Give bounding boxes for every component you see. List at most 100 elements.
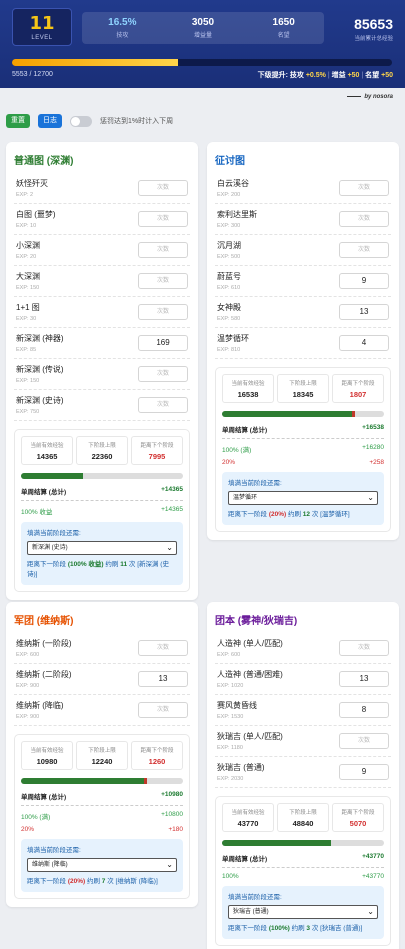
dungeon-exp: EXP: 500 <box>217 254 241 260</box>
dungeon-row: 大深渊 EXP: 150 次数 <box>14 266 190 297</box>
dungeon-name: 大深渊 <box>16 272 40 281</box>
dungeon-row: 维纳斯 (二阶段) EXP: 900 13 <box>14 664 190 695</box>
dungeon-exp: EXP: 600 <box>16 652 40 658</box>
cap-box: 下阶段上限 18345 <box>277 374 329 403</box>
dungeon-info: 维纳斯 (降临) EXP: 900 <box>16 700 64 720</box>
result-text: 约刷 <box>85 878 102 885</box>
count-input[interactable]: 次数 <box>339 640 389 656</box>
dungeon-info: 维纳斯 (二阶段) EXP: 900 <box>16 669 72 689</box>
target-select[interactable]: 新深渊 (史诗) ⌄ <box>27 541 177 555</box>
card-title: 普通图 (深渊) <box>14 156 74 167</box>
count-input[interactable]: 次数 <box>138 211 188 227</box>
dungeon-row: 维纳斯 (一阶段) EXP: 600 次数 <box>14 633 190 664</box>
result-text: 距离下一阶段 <box>228 511 269 518</box>
count-input[interactable]: 9 <box>339 273 389 289</box>
stage-progress-full <box>21 473 83 479</box>
stat-item: 1650 名望 <box>243 12 324 44</box>
dungeon-row: 小深渊 EXP: 20 次数 <box>14 235 190 266</box>
dungeon-info: 新深渊 (传说) EXP: 150 <box>16 364 64 384</box>
cap-label: 下阶段上限 <box>289 810 317 816</box>
dungeon-info: 蔚蓝号 EXP: 610 <box>217 271 241 291</box>
target-select[interactable]: 温梦循环 ⌄ <box>228 491 378 505</box>
log-button[interactable]: 日志 <box>38 114 62 128</box>
level-label: LEVEL <box>31 35 53 41</box>
dungeon-info: 赛风黄昏线 EXP: 1530 <box>217 700 257 720</box>
count-input[interactable]: 次数 <box>339 180 389 196</box>
stats-panel: 16.5% 技攻 3050 增益量 1650 名望 <box>82 12 324 44</box>
count-input[interactable]: 次数 <box>138 180 188 196</box>
stat-label: 名望 <box>277 33 290 39</box>
stat-value: 3050 <box>191 17 215 28</box>
dungeon-info: 维纳斯 (一阶段) EXP: 600 <box>16 638 72 658</box>
weekly-total-row: 单周结算 (总计) +16538 <box>222 424 384 434</box>
count-input[interactable]: 次数 <box>138 397 188 413</box>
byline: by nosora <box>347 94 393 100</box>
count-input[interactable]: 169 <box>138 335 188 351</box>
count-input[interactable]: 13 <box>339 304 389 320</box>
count-input[interactable]: 次数 <box>339 211 389 227</box>
dungeon-row: 白云溪谷 EXP: 200 次数 <box>215 173 391 204</box>
dungeon-exp: EXP: 10 <box>16 223 37 229</box>
dungeon-exp: EXP: 580 <box>217 316 241 322</box>
dungeon-name: 1+1 图 <box>16 303 40 312</box>
target-select-value: 维纳斯 (降临) <box>32 862 68 868</box>
yield-row: 20% +180 <box>21 826 183 833</box>
dungeon-name: 新深渊 (史诗) <box>16 396 64 405</box>
count-input[interactable]: 次数 <box>138 242 188 258</box>
result-yield: (20%) <box>268 511 287 518</box>
stat-value: 1650 <box>272 17 295 28</box>
cap-box: 下阶段上限 22360 <box>76 436 128 465</box>
summary-panel: 当前有效经验 16538 下阶段上限 18345 距离下个阶段 1807 单周结… <box>215 367 391 532</box>
count-input[interactable]: 9 <box>339 764 389 780</box>
yield-value: +14365 <box>161 506 183 513</box>
result-text: 距离下一阶段 <box>27 878 68 885</box>
dungeon-name: 新深渊 (神器) <box>16 334 64 343</box>
distance-box: 距离下个阶段 5070 <box>332 803 384 832</box>
count-input[interactable]: 次数 <box>138 640 188 656</box>
dungeon-info: 狄瑞吉 (单人/匹配) EXP: 1180 <box>217 731 283 751</box>
weekly-total-row: 单周结算 (总计) +14365 <box>21 486 183 496</box>
dungeon-row: 狄瑞吉 (普通) EXP: 2030 9 <box>215 757 391 788</box>
dungeon-row: 人造神 (普通/困难) EXP: 1020 13 <box>215 664 391 695</box>
count-input[interactable]: 次数 <box>138 304 188 320</box>
target-panel: 填满当前阶段还需: 新深渊 (史诗) ⌄ 距离下一阶段 (100% 收益) 约刷… <box>21 522 183 585</box>
summary-panel: 当前有效经验 10980 下阶段上限 12240 距离下个阶段 1260 单周结… <box>14 734 190 899</box>
dungeon-exp: EXP: 1530 <box>217 714 244 720</box>
weekly-total-value: +16538 <box>362 424 384 431</box>
count-input[interactable]: 13 <box>339 671 389 687</box>
next-level-prefix: 下级提升: 技攻 <box>257 72 304 79</box>
cap-value: 22360 <box>91 452 113 461</box>
distance-value: 5070 <box>349 819 367 828</box>
target-label: 填满当前阶段还需: <box>228 894 282 901</box>
dungeon-info: 人造神 (单人/匹配) EXP: 600 <box>217 638 283 658</box>
reset-button[interactable]: 重置 <box>6 114 30 128</box>
category-card: 团本 (雾神/狄瑞吉) 人造神 (单人/匹配) EXP: 600 次数 人造神 … <box>207 602 399 949</box>
result-text: 距离下一阶段 <box>228 925 269 932</box>
dungeon-exp: EXP: 2030 <box>217 776 244 782</box>
cap-label: 下阶段上限 <box>88 748 116 754</box>
penalty-toggle[interactable] <box>70 115 92 127</box>
count-input[interactable]: 8 <box>339 702 389 718</box>
target-select[interactable]: 狄瑞吉 (普通) ⌄ <box>228 905 378 919</box>
distance-box: 距离下个阶段 7995 <box>131 436 183 465</box>
yield-value: +180 <box>168 826 183 833</box>
target-select[interactable]: 维纳斯 (降临) ⌄ <box>27 858 177 872</box>
stat-value: 16.5% <box>108 17 137 28</box>
category-card: 征讨图 白云溪谷 EXP: 200 次数 索利达里斯 EXP: 300 次数 沉… <box>207 142 399 540</box>
count-input[interactable]: 13 <box>138 671 188 687</box>
dungeon-info: 妖怪歼灭 EXP: 2 <box>16 178 48 198</box>
count-input[interactable]: 次数 <box>138 273 188 289</box>
yield-row: 100% 收益 +14365 <box>21 506 183 516</box>
dungeon-row: 白图 (噩梦) EXP: 10 次数 <box>14 204 190 235</box>
dungeon-name: 新深渊 (传说) <box>16 365 64 374</box>
count-input[interactable]: 4 <box>339 335 389 351</box>
count-input[interactable]: 次数 <box>138 702 188 718</box>
dungeon-exp: EXP: 750 <box>16 409 40 415</box>
stat-label: 技攻 <box>116 33 129 39</box>
target-panel: 填满当前阶段还需: 维纳斯 (降临) ⌄ 距离下一阶段 (20%) 约刷 7 次… <box>21 839 183 892</box>
result-yield: (100% 收益) <box>67 561 104 568</box>
count-input[interactable]: 次数 <box>339 733 389 749</box>
dungeon-row: 人造神 (单人/匹配) EXP: 600 次数 <box>215 633 391 664</box>
count-input[interactable]: 次数 <box>138 366 188 382</box>
count-input[interactable]: 次数 <box>339 242 389 258</box>
